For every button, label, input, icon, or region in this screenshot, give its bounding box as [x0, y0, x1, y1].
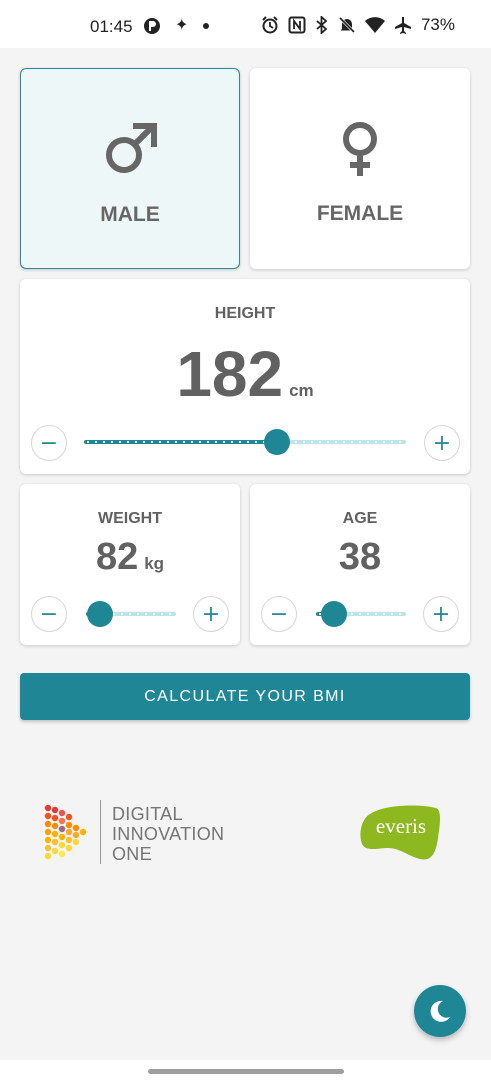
female-label: FEMALE: [316, 202, 404, 225]
age-slider-thumb[interactable]: [321, 601, 347, 627]
weight-increment-button[interactable]: +: [193, 596, 229, 632]
female-symbol-container: [250, 120, 470, 183]
height-slider-thumb[interactable]: [264, 429, 291, 455]
weight-unit: kg: [144, 554, 165, 573]
height-slider[interactable]: [84, 429, 406, 455]
weight-slider-thumb[interactable]: [86, 601, 113, 627]
nfc-icon: [288, 16, 306, 34]
alarm-icon: [262, 16, 278, 34]
male-icon: [106, 122, 157, 173]
female-icon: [343, 122, 377, 176]
height-decrement-button[interactable]: −: [31, 425, 67, 461]
height-increment-button[interactable]: +: [424, 425, 460, 461]
male-symbol-container: [21, 121, 239, 182]
male-card[interactable]: MALE: [20, 68, 240, 269]
dio-divider: [100, 800, 101, 864]
weight-title: WEIGHT: [98, 510, 162, 527]
app-notification-icon: [144, 18, 160, 34]
status-bar: 01:45 ✦ 73%: [0, 0, 491, 48]
status-left-icons: ✦: [143, 16, 210, 36]
age-value: 38: [338, 536, 382, 578]
weight-value-row: 82 kg: [20, 536, 240, 579]
calculate-bmi-button[interactable]: CALCULATE YOUR BMI: [20, 673, 470, 720]
weight-slider[interactable]: [86, 601, 176, 627]
weight-value: 82: [95, 536, 139, 578]
height-title: HEIGHT: [214, 305, 276, 322]
dio-mark-icon: [44, 804, 87, 860]
age-value-row: 38: [250, 536, 470, 579]
dio-line-2: INNOVATION: [112, 824, 225, 844]
female-card[interactable]: FEMALE: [250, 68, 470, 269]
dot-icon: [203, 23, 210, 29]
dio-wordmark: DIGITAL INNOVATION ONE: [112, 804, 224, 864]
weight-card: WEIGHT 82 kg − +: [20, 484, 240, 645]
height-value-row: 182 cm: [20, 337, 470, 411]
age-decrement-button[interactable]: −: [261, 596, 297, 632]
weight-decrement-button[interactable]: −: [31, 596, 67, 632]
bluetooth-icon: [316, 16, 328, 34]
age-slider[interactable]: [316, 601, 406, 627]
airplane-icon: [394, 17, 411, 34]
sparkle-icon: ✦: [175, 17, 189, 34]
height-unit: cm: [289, 381, 314, 400]
age-card: AGE 38 − +: [250, 484, 470, 645]
moon-icon: [430, 1000, 450, 1022]
status-time: 01:45: [90, 17, 133, 36]
height-slider-ticks: [84, 441, 406, 443]
age-increment-button[interactable]: +: [423, 596, 459, 632]
battery-percentage: 73%: [420, 15, 455, 34]
everis-logo: everis: [360, 804, 442, 862]
digital-innovation-one-logo: DIGITAL INNOVATION ONE: [42, 800, 242, 866]
home-indicator[interactable]: [148, 1069, 344, 1074]
height-value: 182: [176, 338, 284, 410]
age-title: AGE: [342, 510, 378, 527]
everis-wordmark: everis: [375, 814, 427, 838]
male-label: MALE: [100, 203, 160, 226]
dark-mode-toggle-button[interactable]: [414, 985, 466, 1037]
height-card: HEIGHT 182 cm − +: [20, 279, 470, 474]
dio-line-3: ONE: [112, 844, 152, 864]
mute-icon: [338, 16, 356, 34]
dio-line-1: DIGITAL: [112, 804, 183, 824]
status-right-icons: 73%: [261, 15, 455, 35]
wifi-icon: [364, 17, 385, 33]
